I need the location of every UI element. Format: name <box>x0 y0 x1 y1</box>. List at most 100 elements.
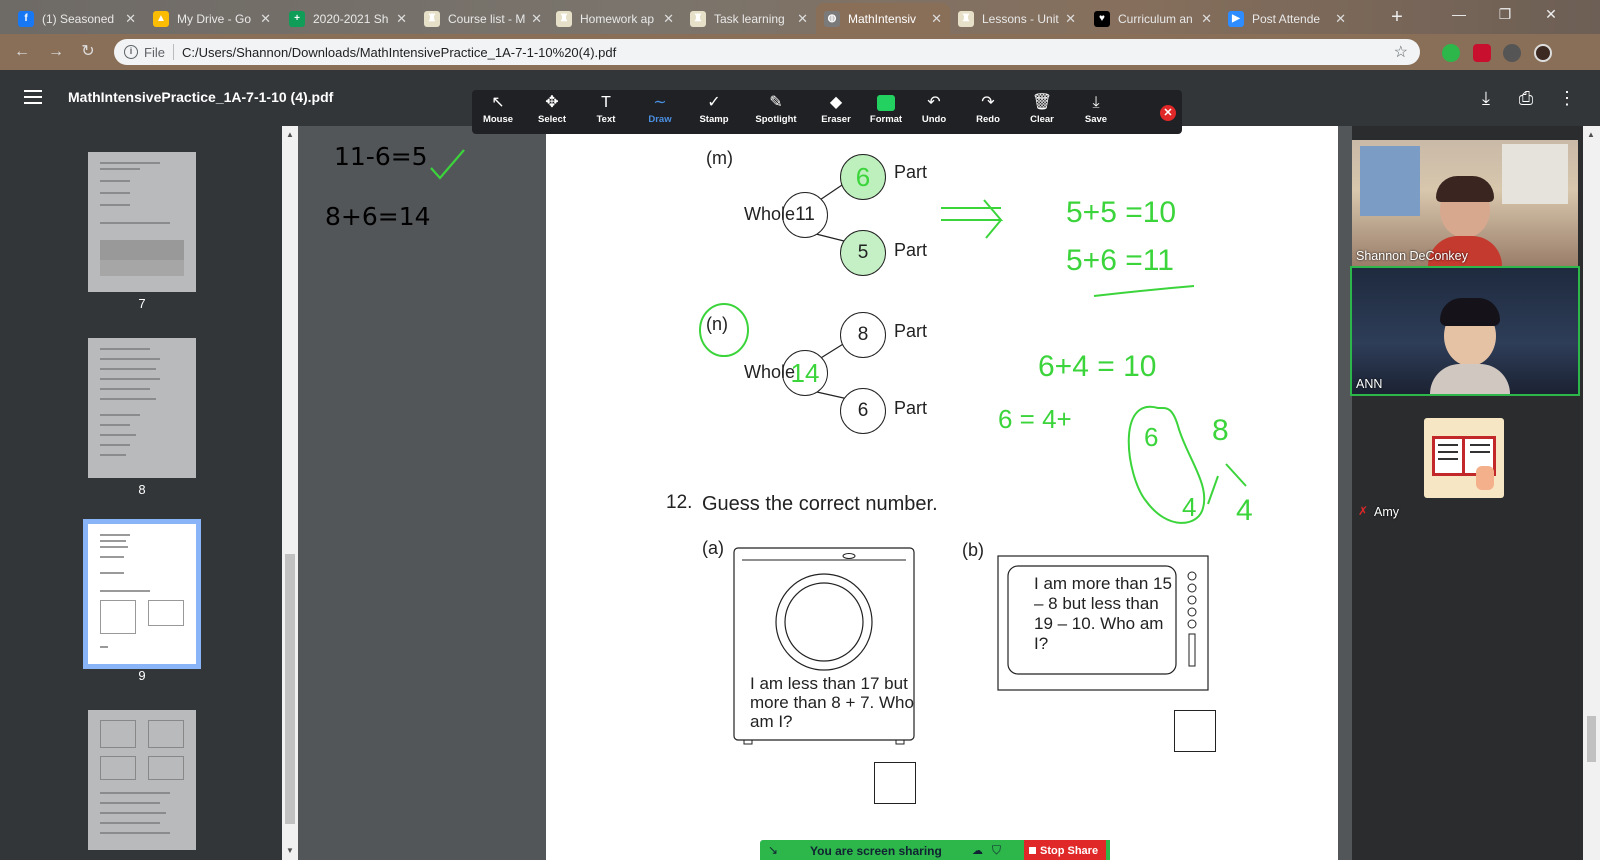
reload-icon[interactable]: ↻ <box>78 42 98 62</box>
tool-save-button[interactable]: ⤓ Save <box>1070 92 1122 132</box>
tab-title: Post Attende <box>1252 11 1321 26</box>
tool-mouse-button[interactable]: ↖ Mouse <box>472 92 524 132</box>
print-icon[interactable]: ⎙ <box>1514 86 1538 110</box>
participant-name: ANN <box>1356 377 1383 391</box>
tool-clear-button[interactable]: 🗑 Clear <box>1016 92 1068 132</box>
minimize-button[interactable]: — <box>1436 0 1482 30</box>
tool-redo-button[interactable]: ↷ Redo <box>962 92 1014 132</box>
tab-close-icon[interactable]: ✕ <box>396 11 407 27</box>
more-options-icon[interactable]: ⋮ <box>1555 86 1579 110</box>
tool-label: Redo <box>976 114 1000 125</box>
ink-equation: 6+4 = 10 <box>1038 350 1157 383</box>
spotlight-icon: ✎ <box>769 94 783 111</box>
forward-icon[interactable]: → <box>46 42 66 62</box>
browser-tab[interactable]: ▲ My Drive - Go ✕ <box>145 3 279 34</box>
mouse-icon: ↖ <box>491 94 505 111</box>
ink-equation: 5+6 =11 <box>1066 244 1174 277</box>
save-icon: ⤓ <box>1092 94 1100 111</box>
profile-avatar[interactable] <box>1534 44 1552 62</box>
browser-tab[interactable]: ♜ Course list - M ✕ <box>416 3 550 34</box>
page-thumbnail-9[interactable] <box>83 519 201 669</box>
tool-undo-button[interactable]: ↶ Undo <box>908 92 960 132</box>
tab-title: Curriculum an <box>1118 11 1193 26</box>
scratch-equation: 8+6=14 <box>325 202 431 231</box>
page-thumbnail-10[interactable] <box>88 710 196 850</box>
browser-tab[interactable]: ▶ Post Attende ✕ <box>1220 3 1354 34</box>
tool-text-button[interactable]: T Text <box>580 92 632 132</box>
puzzle-extension-icon[interactable] <box>1503 44 1521 62</box>
browser-tab[interactable]: ♜ Task learning ✕ <box>682 3 816 34</box>
ink-equation: 6 = 4+ <box>998 404 1072 434</box>
browser-tab[interactable]: ♜ Lessons - Unit ✕ <box>950 3 1084 34</box>
tab-favicon-icon: ♜ <box>556 10 572 27</box>
page-thumbnail-7[interactable] <box>88 152 196 292</box>
tool-label: Save <box>1084 114 1108 125</box>
page-thumbnail-8[interactable] <box>88 338 196 478</box>
tab-favicon-icon: ▶ <box>1228 10 1244 27</box>
tab-close-icon[interactable]: ✕ <box>931 11 942 27</box>
tool-spotlight-button[interactable]: ✎ Spotlight <box>744 92 808 132</box>
tab-close-icon[interactable]: ✕ <box>797 11 808 27</box>
download-icon[interactable]: ⤓ <box>1474 86 1498 110</box>
browser-tab[interactable]: f (1) Seasoned ✕ <box>10 3 144 34</box>
thumbnail-sidebar: 7 8 9 <box>0 126 282 860</box>
video-tile-ann[interactable]: ANN <box>1350 266 1580 396</box>
restore-button[interactable]: ❐ <box>1482 0 1528 30</box>
page-scroll-thumb[interactable] <box>1587 716 1596 762</box>
tab-close-icon[interactable]: ✕ <box>1335 11 1346 27</box>
tab-close-icon[interactable]: ✕ <box>531 11 542 27</box>
bookmark-star-icon[interactable]: ☆ <box>1394 42 1408 62</box>
url-text[interactable]: C:/Users/Shannon/Downloads/MathIntensive… <box>182 45 616 60</box>
info-icon[interactable]: i <box>124 45 138 59</box>
tool-label: Clear <box>1030 114 1054 125</box>
ublock-icon[interactable] <box>1473 44 1491 62</box>
tab-favicon-icon: ♜ <box>958 10 974 27</box>
shield-icon: ⛉ <box>992 843 1002 857</box>
close-annotation-icon[interactable]: ✕ <box>1160 105 1176 121</box>
undo-icon: ↶ <box>927 94 941 111</box>
tool-draw-button[interactable]: ∼ Draw <box>634 92 686 132</box>
page-scrollbar[interactable]: ▲ <box>1583 126 1600 860</box>
tab-close-icon[interactable]: ✕ <box>663 11 674 27</box>
tab-favicon-icon: ▲ <box>153 10 169 27</box>
tab-title: MathIntensiv <box>848 11 917 26</box>
video-tile-amy[interactable]: ✗ Amy <box>1352 396 1578 522</box>
tab-close-icon[interactable]: ✕ <box>1201 11 1212 27</box>
back-icon[interactable]: ← <box>12 42 32 62</box>
sidebar-scroll-thumb[interactable] <box>285 554 295 824</box>
tab-favicon-icon: f <box>18 10 34 27</box>
close-window-button[interactable]: ✕ <box>1528 0 1574 30</box>
tab-close-icon[interactable]: ✕ <box>260 11 271 27</box>
tool-select-button[interactable]: ✥ Select <box>526 92 578 132</box>
browser-tab[interactable]: ◍ MathIntensiv ✕ <box>816 3 950 34</box>
extension-green-icon[interactable] <box>1442 44 1460 62</box>
tab-favicon-icon: ◍ <box>824 10 840 27</box>
tool-label: Draw <box>648 114 672 125</box>
sidebar-scrollbar[interactable]: ▲ ▼ <box>282 126 298 860</box>
tool-stamp-button[interactable]: ✓ Stamp <box>688 92 740 132</box>
tool-label: Select <box>538 114 566 125</box>
scheme-label: File <box>144 44 165 60</box>
tool-eraser-button[interactable]: ◆ Eraser <box>810 92 862 132</box>
tool-label: Spotlight <box>755 114 797 125</box>
browser-tab[interactable]: +2020-2021 Sh ✕ <box>281 3 415 34</box>
address-bar[interactable]: i File C:/Users/Shannon/Downloads/MathIn… <box>114 39 1420 65</box>
thumbnail-number: 9 <box>138 668 146 683</box>
tool-format-button[interactable]: Format <box>860 92 912 132</box>
video-tile-shannon[interactable]: Shannon DeConkey <box>1352 140 1578 266</box>
ink-number: 4 <box>1236 494 1253 527</box>
stop-share-button[interactable]: Stop Share <box>1024 840 1106 860</box>
tab-favicon-icon: ♜ <box>424 10 440 27</box>
screen: f (1) Seasoned ✕ ▲ My Drive - Go ✕ +2020-2021 … <box>0 0 1600 860</box>
tab-close-icon[interactable]: ✕ <box>1065 11 1076 27</box>
divider <box>172 44 174 60</box>
tool-label: Text <box>596 114 616 125</box>
eraser-icon: ◆ <box>829 94 843 111</box>
menu-icon[interactable] <box>24 90 42 104</box>
tab-close-icon[interactable]: ✕ <box>125 11 136 27</box>
new-tab-button[interactable]: + <box>1384 6 1410 30</box>
stamp-icon: ✓ <box>707 94 721 111</box>
browser-tab[interactable]: ♜ Homework ap ✕ <box>548 3 682 34</box>
browser-tab[interactable]: ♥ Curriculum an ✕ <box>1086 3 1220 34</box>
tab-title: Course list - M <box>448 11 526 26</box>
